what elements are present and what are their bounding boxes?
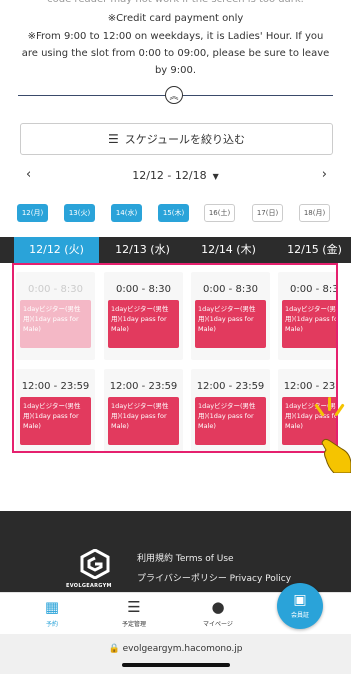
logo-wordmark: EVOLGEARGYM [66,583,112,589]
tap-hand-icon [314,397,351,473]
week-navigator: ‹ 12/12 - 12/18 ▼ › [0,165,351,187]
list-icon: ☰ [127,598,141,616]
tab-date-1214[interactable]: 12/14 (木) [186,237,271,263]
next-week-icon[interactable]: › [322,167,327,182]
slot-1213-evening[interactable]: 12:00 - 23:59 1dayビジター(男性用)(1day pass fo… [104,369,183,451]
slot-time: 0:00 - 8:30 [203,284,258,295]
day-chip[interactable]: 16(土) [204,204,235,222]
home-indicator [122,663,230,667]
slot-1212-evening[interactable]: 12:00 - 23:59 1dayビジター(男性用)(1day pass fo… [16,369,95,451]
tab-date-1215[interactable]: 12/15 (金) [272,237,351,263]
privacy-link[interactable]: プライバシーポリシー Privacy Policy [137,571,291,584]
nav-reserve[interactable]: ▦ 予約 [22,598,82,628]
collapse-up-icon[interactable]: ︽ [165,86,183,104]
day-chip[interactable]: 12(月) [17,204,48,222]
lock-icon: 🔒 [108,644,120,654]
day-chip[interactable]: 13(火) [64,204,95,222]
filter-button-label: スケジュールを絞り込む [124,133,245,146]
calendar-icon: ▦ [44,598,60,616]
day-chip[interactable]: 18(月) [299,204,330,222]
slot-1214-evening[interactable]: 12:00 - 23:59 1dayビジター(男性用)(1day pass fo… [191,369,270,451]
notice-text: code reader may not work if the screen i… [0,0,351,80]
tab-date-1212[interactable]: 12/12 (火) [14,237,99,263]
class-card[interactable]: 1dayビジター(男性用)(1day pass for Male) [20,397,91,445]
slot-1214-morning[interactable]: 0:00 - 8:30 1dayビジター(男性用)(1day pass for … [191,272,270,360]
schedule-grid: 0:00 - 8:30 1dayビジター(男性用)(1day pass for … [12,263,338,453]
evolgear-logo-icon [80,549,110,579]
class-card[interactable]: 1dayビジター(男性用)(1day pass for Male) [195,397,266,445]
class-card[interactable]: 1dayビジター(男性用)(1day pass for Male) [108,300,179,348]
slot-time: 0:00 - 8:30 [28,284,83,295]
url-text: evolgeargym.hacomono.jp [122,644,243,654]
slot-1213-morning[interactable]: 0:00 - 8:30 1dayビジター(男性用)(1day pass for … [104,272,183,360]
terms-link[interactable]: 利用規約 Terms of Use [137,551,234,564]
slot-time: 12:00 - 23:59 [21,381,90,392]
class-card[interactable]: 1dayビジター(男性用)(1day pass for Male) [108,397,179,445]
slot-1212-morning[interactable]: 0:00 - 8:30 1dayビジター(男性用)(1day pass for … [16,272,95,360]
day-chip[interactable]: 15(木) [158,204,189,222]
notice-payment-line: ※Credit card payment only [107,13,244,24]
tab-date-1213[interactable]: 12/13 (水) [100,237,185,263]
class-card[interactable]: 1dayビジター(男性用)(1day pass for Male) [195,300,266,348]
slot-time: 12:00 - 23:59 [196,381,265,392]
nav-schedule-label: 予定管理 [121,621,146,628]
member-card-button[interactable]: ▣ 会員証 [277,583,323,629]
week-range-label: 12/12 - 12/18 [132,169,207,182]
member-card-label: 会員証 [290,612,309,619]
pointing-hand-icon [321,438,351,473]
week-range-select[interactable]: 12/12 - 12/18 ▼ [0,169,351,182]
slot-time: 0:00 - 8:30 [290,284,338,295]
slot-time: 12:00 - 23:59 [109,381,178,392]
nav-mypage[interactable]: ● マイページ [188,598,248,628]
schedule-filter-button[interactable]: ☰ スケジュールを絞り込む [20,123,333,155]
nav-schedule[interactable]: ☰ 予定管理 [104,598,164,628]
day-chip[interactable]: 14(水) [111,204,142,222]
url-field[interactable]: 🔒 evolgeargym.hacomono.jp [0,644,351,654]
spark-icon [334,403,345,417]
slot-time: 12:00 - 23:59 [283,381,336,392]
slot-time: 0:00 - 8:30 [116,284,171,295]
caret-down-icon: ▼ [212,172,219,181]
browser-url-bar: 🔒 evolgeargym.hacomono.jp [0,634,351,674]
day-chip[interactable]: 17(日) [252,204,283,222]
user-icon: ● [211,598,225,616]
notice-ladies-hour-line: ※From 9:00 to 12:00 on weekdays, it is L… [21,31,330,76]
spark-icon [328,397,331,411]
filter-lines-icon: ☰ [108,132,119,146]
slot-1215-morning[interactable]: 0:00 - 8:30 1dayビジター(男性用)(1day pass for … [278,272,338,360]
qr-code-icon: ▣ [293,592,307,608]
class-card[interactable]: 1dayビジター(男性用)(1day pass for Male) [282,300,336,348]
nav-mypage-label: マイページ [203,621,233,628]
nav-reserve-label: 予約 [45,621,58,628]
class-card[interactable]: 1dayビジター(男性用)(1day pass for Male) [20,300,91,348]
notice-clipped-line: code reader may not work if the screen i… [0,0,351,8]
date-tab-bar: 12/12 (火) 12/13 (水) 12/14 (木) 12/15 (金) [0,237,351,263]
